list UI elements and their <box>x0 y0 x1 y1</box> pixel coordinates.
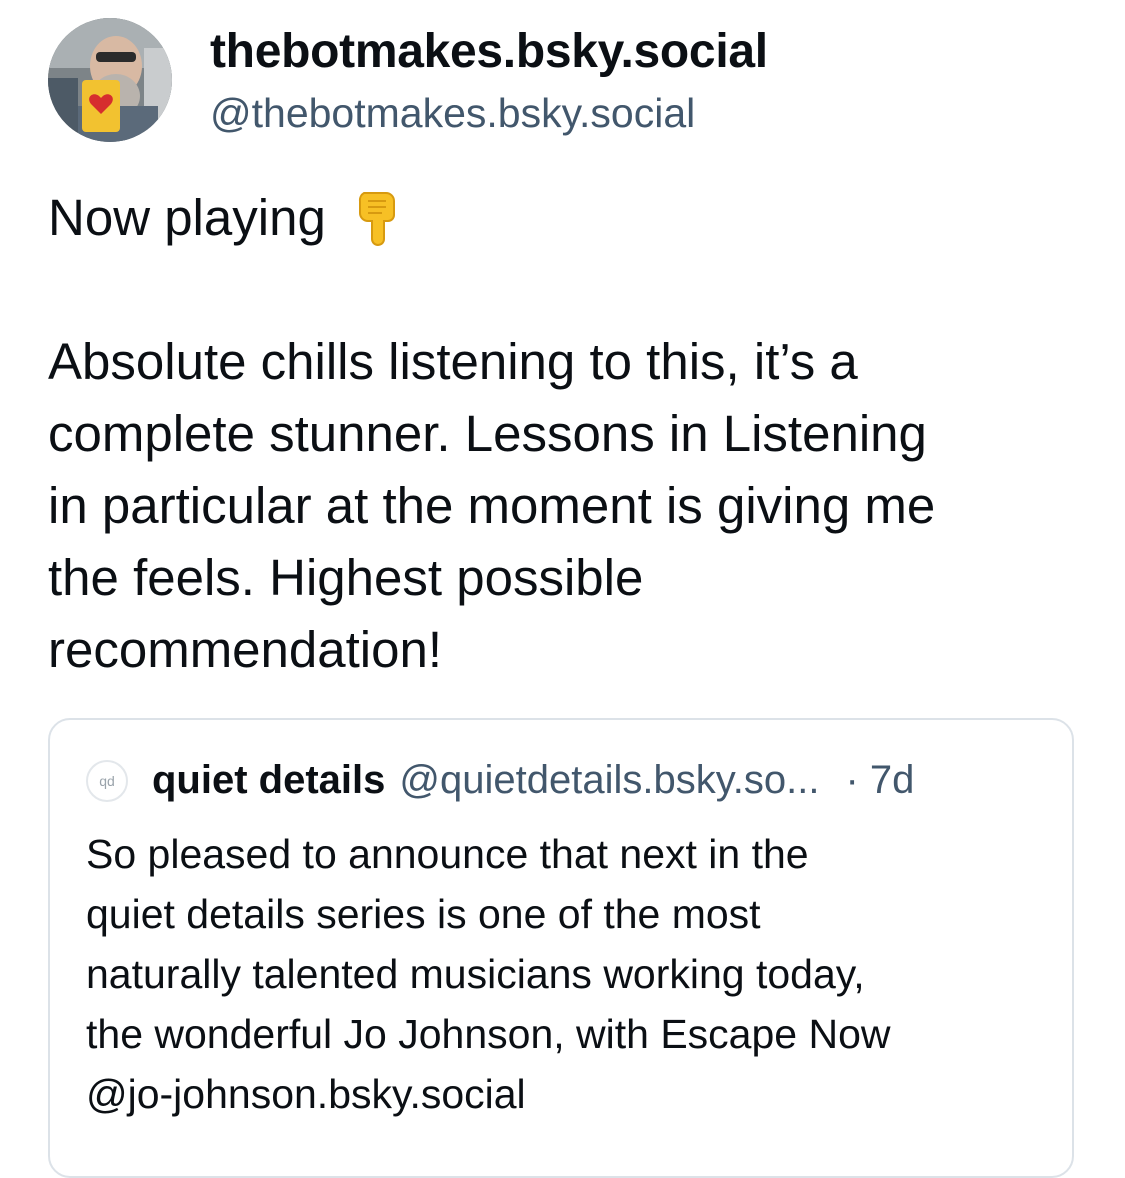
quoted-text-line: naturally talented musicians working tod… <box>86 951 865 997</box>
quoted-post-card[interactable]: qd quiet details @quietdetails.bsky.so..… <box>48 718 1074 1178</box>
quoted-post-header: qd quiet details @quietdetails.bsky.so..… <box>86 758 1046 803</box>
now-playing-line: Now playing <box>48 182 1088 254</box>
quoted-post-text: So pleased to announce that next in the … <box>86 824 1046 1124</box>
now-playing-text: Now playing <box>48 189 326 246</box>
post-text: Now playing Absolute chills listening to… <box>48 182 1088 686</box>
quoted-text-line: So pleased to announce that next in the <box>86 831 809 877</box>
author-handle[interactable]: @thebotmakes.bsky.social <box>210 88 695 138</box>
post-text-line: complete stunner. Lessons in Listening <box>48 405 927 462</box>
post-text-line: recommendation! <box>48 621 443 678</box>
post-text-line: the feels. Highest possible <box>48 549 644 606</box>
post-text-line: in particular at the moment is giving me <box>48 477 936 534</box>
quoted-author-display-name[interactable]: quiet details <box>152 758 385 803</box>
author-avatar[interactable] <box>48 18 172 142</box>
author-display-name[interactable]: thebotmakes.bsky.social <box>210 24 768 80</box>
backhand-index-pointing-down-icon <box>354 187 402 249</box>
quoted-text-line: the wonderful Jo Johnson, with Escape No… <box>86 1011 891 1057</box>
quoted-author-handle[interactable]: @quietdetails.bsky.so... <box>399 758 819 803</box>
post-text-line: Absolute chills listening to this, it’s … <box>48 333 858 390</box>
quoted-text-line: quiet details series is one of the most <box>86 891 761 937</box>
avatar-photo <box>48 18 172 142</box>
quoted-post-timestamp: · 7d <box>845 758 915 802</box>
quoted-author-avatar[interactable]: qd <box>86 759 128 802</box>
quoted-text-line: @jo-johnson.bsky.social <box>86 1071 526 1117</box>
